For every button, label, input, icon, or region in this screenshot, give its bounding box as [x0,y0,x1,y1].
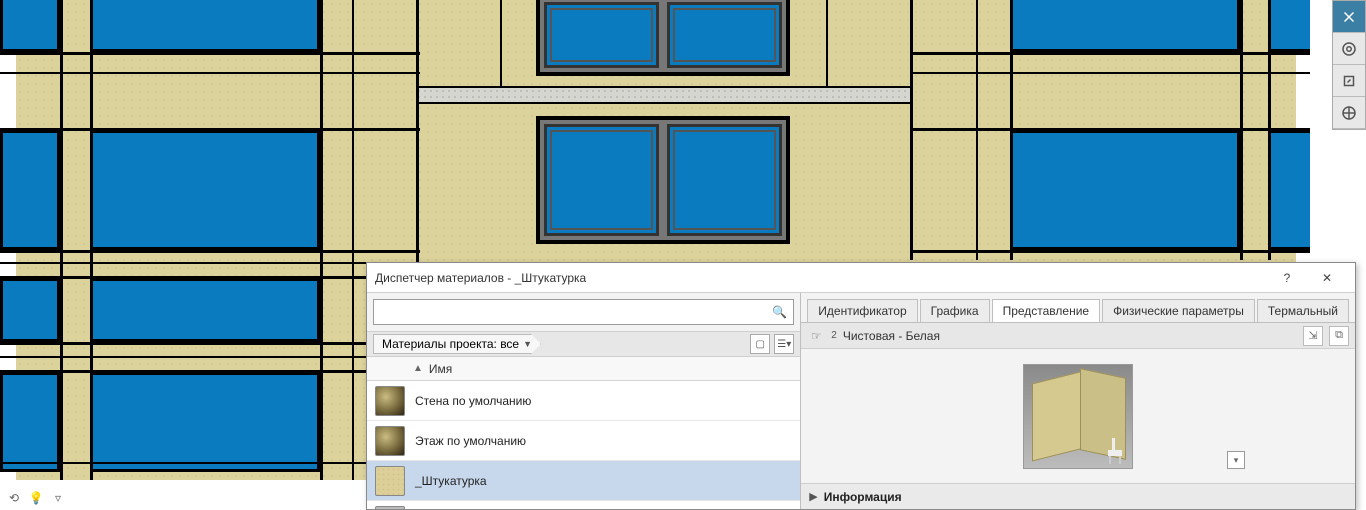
window [1010,130,1240,250]
tab-identity[interactable]: Идентификатор [807,299,917,322]
window [90,130,320,250]
view-grid-button[interactable]: ▢ [750,334,770,354]
orbit-icon[interactable] [1333,97,1365,129]
close-panel-button[interactable] [1333,1,1365,33]
material-row-selected[interactable]: _Штукатурка [367,461,800,501]
window [1268,130,1310,250]
sort-asc-icon: ▲ [413,363,423,374]
material-row[interactable] [367,501,800,509]
asset-usage-badge: 2 [831,330,837,341]
material-swatch-icon [375,466,405,496]
lightbulb-icon[interactable]: 💡 [28,490,44,506]
window-central-upper [536,0,790,76]
scene-selector-button[interactable]: ▾ [1227,451,1245,469]
material-row[interactable]: Стена по умолчанию [367,381,800,421]
window [1010,0,1240,52]
chevron-down-icon: ▼ [523,339,532,349]
material-label: _Штукатурка [415,474,487,488]
material-browser-dialog: Диспетчер материалов - _Штукатурка ? ✕ 🔍… [366,262,1356,510]
materials-list[interactable]: Стена по умолчанию Этаж по умолчанию _Шт… [367,381,800,509]
window [0,0,60,52]
project-materials-filter[interactable]: Материалы проекта: все ▼ [373,334,541,354]
list-header[interactable]: ▲ Имя [367,357,800,381]
search-input[interactable] [380,305,772,319]
materials-left-panel: 🔍 Материалы проекта: все ▼ ▢ ☰▾ ▲ Имя Ст… [367,293,801,509]
editor-tabs: Идентификатор Графика Представление Физи… [801,293,1355,323]
help-button[interactable]: ? [1267,263,1307,293]
material-label: Этаж по умолчанию [415,434,526,448]
info-label: Информация [824,490,902,504]
material-row[interactable]: Этаж по умолчанию [367,421,800,461]
filter-label: Материалы проекта: все [382,337,519,351]
window [0,130,60,250]
dropdown-icon[interactable]: ▿ [50,490,66,506]
column-name: Имя [429,362,452,376]
search-icon[interactable]: 🔍 [772,305,787,319]
concrete-band [416,86,910,104]
view-list-button[interactable]: ☰▾ [774,334,794,354]
duplicate-asset-button[interactable]: ⧉ [1329,326,1349,346]
material-editor-panel: Идентификатор Графика Представление Физи… [801,293,1355,509]
window [90,0,320,52]
replace-asset-button[interactable]: ⇲ [1303,326,1323,346]
asset-name: Чистовая - Белая [843,329,1297,343]
filter-row: Материалы проекта: все ▼ ▢ ☰▾ [367,331,800,357]
material-swatch-icon [375,386,405,416]
material-swatch-icon [375,506,405,509]
window-central-lower [536,116,790,244]
appearance-preview[interactable]: ▾ [801,349,1355,483]
chevron-right-icon: ▶ [809,490,817,503]
window [0,278,60,342]
pan-icon[interactable] [1333,65,1365,97]
window [0,372,60,472]
asset-hand-icon[interactable]: ☞ [807,327,825,345]
preview-scene [1023,364,1133,469]
tab-appearance[interactable]: Представление [992,299,1101,322]
view-toolbar [1332,0,1366,130]
search-field[interactable]: 🔍 [373,299,794,325]
window [1268,0,1310,52]
close-button[interactable]: ✕ [1307,263,1347,293]
info-section-header[interactable]: ▶ Информация [801,483,1355,509]
status-bar-icons: ⟲ 💡 ▿ [6,490,66,506]
window [90,372,320,472]
material-label: Стена по умолчанию [415,394,531,408]
link-icon[interactable]: ⟲ [6,490,22,506]
material-swatch-icon [375,426,405,456]
tab-graphics[interactable]: Графика [920,299,990,322]
navigation-wheel-icon[interactable] [1333,33,1365,65]
asset-bar: ☞ 2 Чистовая - Белая ⇲ ⧉ [801,323,1355,349]
tab-physical[interactable]: Физические параметры [1102,299,1255,322]
tab-thermal[interactable]: Термальный [1257,299,1349,322]
window [90,278,320,342]
dialog-titlebar[interactable]: Диспетчер материалов - _Штукатурка ? ✕ [367,263,1355,293]
dialog-title: Диспетчер материалов - _Штукатурка [375,271,1267,285]
